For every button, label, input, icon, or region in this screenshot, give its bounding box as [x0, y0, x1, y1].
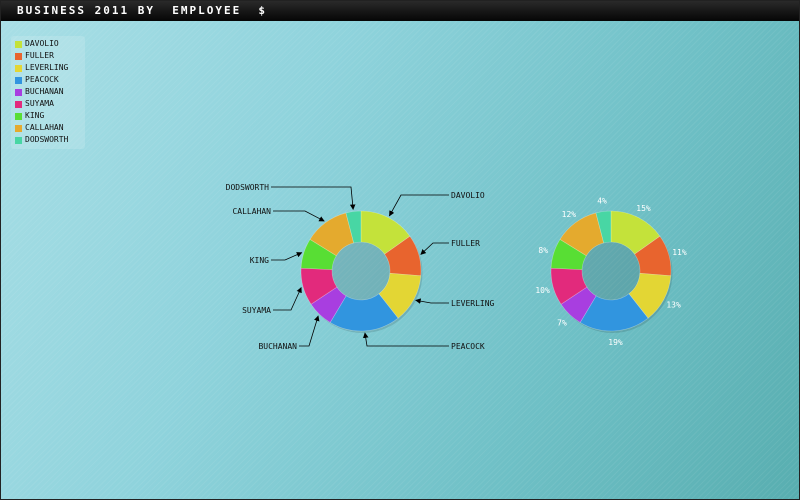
percent-label-king: 8%: [538, 246, 548, 255]
callout-label: BUCHANAN: [258, 342, 297, 351]
donut-charts: DAVOLIO FULLER LEVERLING PEACOCK BUCHANAN SUY…: [226, 183, 687, 351]
legend-label: SUYAMA: [25, 99, 54, 108]
callout-line: [271, 186, 356, 211]
legend-item-king: KING: [11, 110, 85, 122]
legend-item-peacock: PEACOCK: [11, 74, 85, 86]
legend-swatch: [15, 64, 22, 72]
legend-label: LEVERLING: [25, 63, 69, 72]
callout-label: CALLAHAN: [232, 207, 271, 216]
legend-label: CALLAHAN: [25, 123, 64, 132]
callout-line: [299, 315, 320, 347]
legend-swatch: [15, 52, 22, 60]
percent-label-callahan: 12%: [562, 210, 577, 219]
callout-label: PEACOCK: [451, 342, 485, 351]
callout-fuller: FULLER: [420, 239, 480, 255]
percent-label-fuller: 11%: [672, 248, 687, 257]
callout-davolio: DAVOLIO: [389, 191, 485, 217]
legend-item-fuller: FULLER: [11, 50, 85, 62]
legend-label: KING: [25, 111, 45, 120]
callout-line: [273, 287, 302, 311]
legend-label: DODSWORTH: [25, 135, 69, 144]
callout-suyama: SUYAMA: [242, 287, 302, 315]
labeled-donut-chart: DAVOLIO FULLER LEVERLING PEACOCK BUCHANAN SUY…: [226, 183, 495, 351]
callout-line: [420, 242, 449, 255]
percent-label-peacock: 19%: [608, 338, 623, 347]
legend-label: PEACOCK: [25, 75, 59, 84]
callout-king: KING: [250, 252, 303, 265]
legend-item-davolio: DAVOLIO: [11, 38, 85, 50]
percent-label-buchanan: 7%: [557, 318, 567, 327]
callout-leverling: LEVERLING: [415, 298, 495, 308]
legend-label: FULLER: [25, 51, 54, 60]
legend-item-dodsworth: DODSWORTH: [11, 134, 85, 146]
chart-window: BUSINESS 2011 BY EMPLOYEE $ DAVOLIO FULLE…: [0, 0, 800, 500]
callout-label: SUYAMA: [242, 306, 271, 315]
percent-label-leverling: 13%: [666, 301, 681, 310]
legend-label: BUCHANAN: [25, 87, 64, 96]
callout-label: FULLER: [451, 239, 480, 248]
percent-label-davolio: 15%: [636, 204, 651, 213]
legend-item-callahan: CALLAHAN: [11, 122, 85, 134]
legend-swatch: [15, 88, 22, 96]
legend-item-buchanan: BUCHANAN: [11, 86, 85, 98]
callout-line: [362, 332, 449, 347]
callout-label: LEVERLING: [451, 299, 495, 308]
callout-label: KING: [250, 256, 269, 265]
legend: DAVOLIO FULLER LEVERLING PEACOCK BUCHANAN SUY…: [11, 36, 85, 149]
callout-line: [273, 210, 325, 222]
callout-label: DODSWORTH: [226, 183, 270, 192]
legend-label: DAVOLIO: [25, 39, 59, 48]
legend-swatch: [15, 40, 22, 48]
percent-label-suyama: 10%: [535, 286, 550, 295]
legend-swatch: [15, 112, 22, 120]
percent-label-dodsworth: 4%: [597, 197, 607, 206]
callout-line: [271, 252, 303, 261]
callout-peacock: PEACOCK: [362, 332, 485, 351]
legend-swatch: [15, 136, 22, 144]
percent-donut-chart: 15% 11% 13% 19% 7% 10% 8% 12% 4%: [535, 197, 686, 347]
chart-title: BUSINESS 2011 BY EMPLOYEE $: [1, 1, 799, 21]
callout-label: DAVOLIO: [451, 191, 485, 200]
legend-item-leverling: LEVERLING: [11, 62, 85, 74]
legend-item-suyama: SUYAMA: [11, 98, 85, 110]
legend-swatch: [15, 76, 22, 84]
callout-callahan: CALLAHAN: [232, 207, 325, 222]
callout-line: [415, 298, 449, 304]
legend-swatch: [15, 100, 22, 108]
callout-line: [389, 194, 449, 217]
legend-swatch: [15, 124, 22, 132]
callout-buchanan: BUCHANAN: [258, 315, 320, 351]
callout-dodsworth: DODSWORTH: [226, 183, 356, 211]
